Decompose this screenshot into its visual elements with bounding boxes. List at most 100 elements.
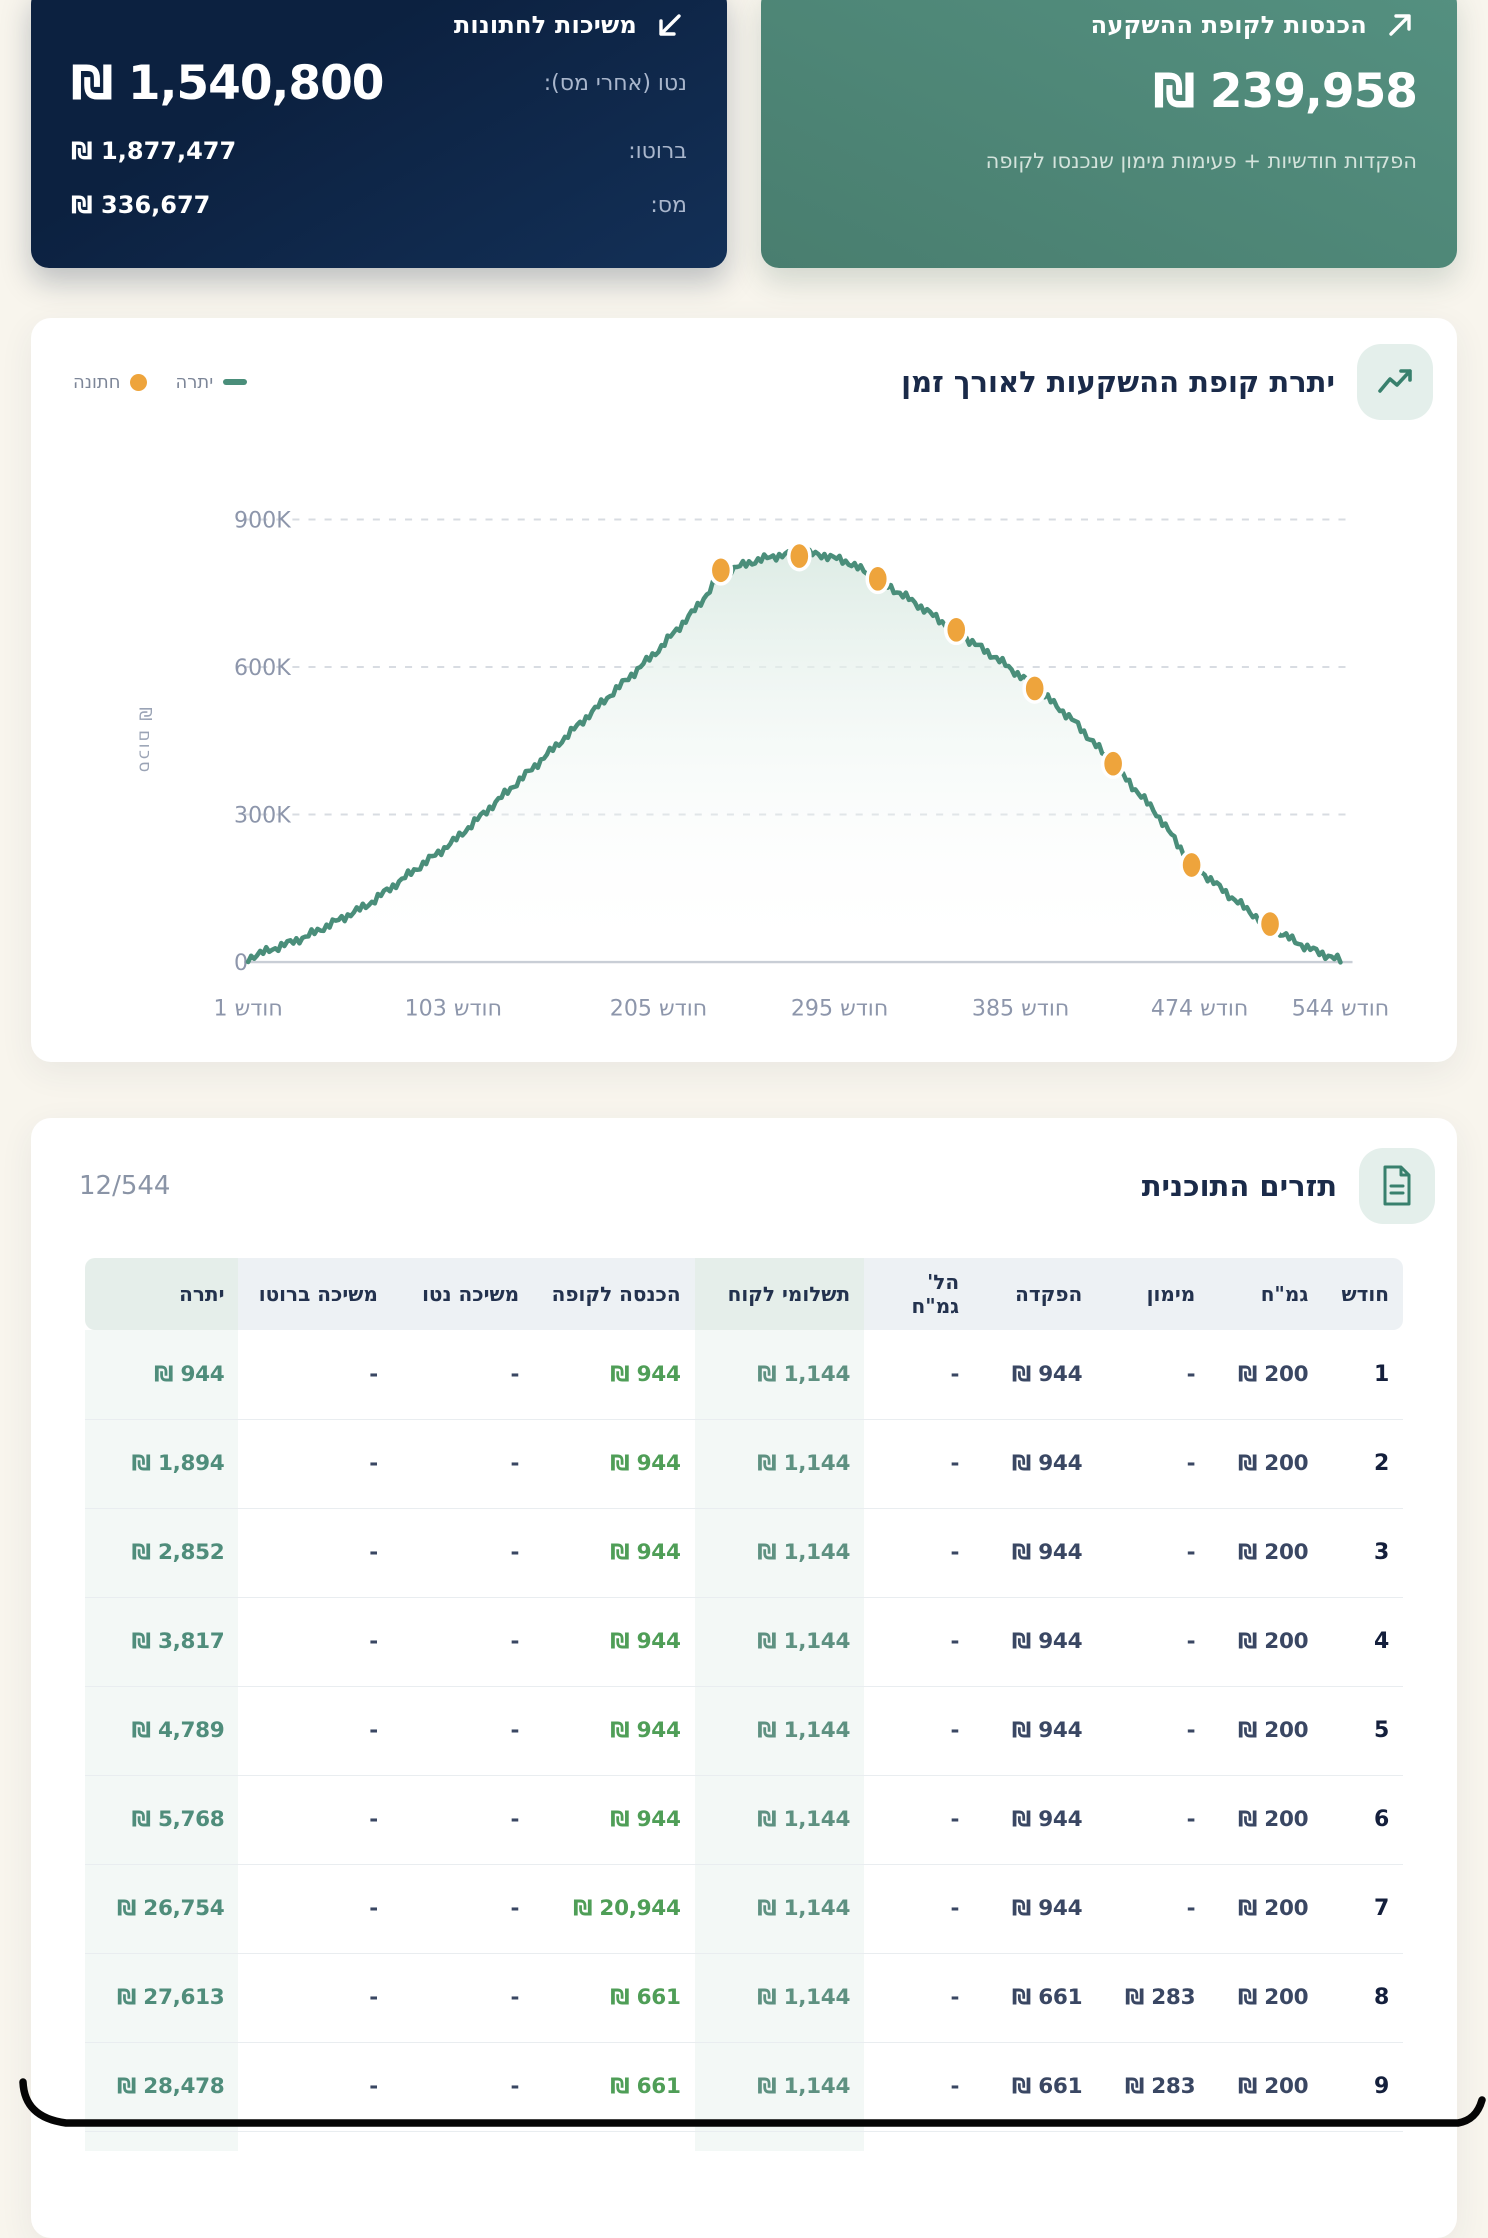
tax-label: מס:: [650, 193, 687, 218]
cell-meshicha-neto: -: [392, 1953, 533, 2042]
dashboard-page: הכנסות לקופת ההשקעה ₪ 239,958 הפקדות חוד…: [0, 0, 1488, 2238]
cell-meshicha-neto: -: [392, 1330, 533, 1419]
wedding-marker[interactable]: [710, 557, 731, 584]
col-header-hafkada: הפקדה: [973, 1258, 1096, 1330]
cell-meshicha-bruto: -: [238, 1953, 391, 2042]
x-tick-4: חודש 385: [972, 995, 1069, 1021]
cell-hafkada: ₪ 944: [973, 1686, 1096, 1775]
cell-month: 2: [1322, 1419, 1403, 1508]
legend-item-balance: יתרה: [175, 372, 247, 393]
cashflow-table-card: תזרים התוכנית 12/544 חודשגמ"חמימוןהפקדהה…: [31, 1118, 1457, 2238]
col-header-hachnasa-lakupa: הכנסה לקופה: [533, 1258, 694, 1330]
cell-tashlumei-lakoach: ₪ 1,144: [695, 1686, 865, 1775]
cell-hal-gmach: -: [864, 1508, 973, 1597]
cell-hachnasa-lakupa: ₪ 944: [533, 1508, 694, 1597]
cell-hal-gmach: -: [864, 1686, 973, 1775]
gross-label: ברוטו:: [628, 139, 687, 164]
table-row-month-4: 4₪ 200-₪ 944-₪ 1,144₪ 944--₪ 3,817: [85, 1597, 1403, 1686]
cell-mimun: ₪ 283: [1096, 1953, 1209, 2042]
wedding-dot-swatch: [130, 374, 147, 391]
cell-meshicha-bruto: -: [238, 1330, 391, 1419]
cell-mimun: -: [1096, 1864, 1209, 1953]
income-card-title: הכנסות לקופת ההשקעה: [1091, 11, 1367, 39]
table-row-month-1: 1₪ 200-₪ 944-₪ 1,144₪ 944--₪ 944: [85, 1330, 1403, 1419]
wedding-marker[interactable]: [867, 565, 888, 592]
wedding-marker[interactable]: [1103, 750, 1124, 777]
col-header-mimun: מימון: [1096, 1258, 1209, 1330]
cell-meshicha-bruto: [238, 2131, 391, 2151]
wedding-marker[interactable]: [1024, 675, 1045, 702]
cell-hal-gmach: -: [864, 1775, 973, 1864]
tax-row: מס: ₪ 336,677: [71, 191, 687, 219]
cell-gmach: ₪ 200: [1209, 1775, 1322, 1864]
legend-wedding-label: חתונה: [73, 372, 120, 393]
cell-meshicha-bruto: -: [238, 1508, 391, 1597]
cell-meshicha-neto: [392, 2131, 533, 2151]
cell-meshicha-bruto: -: [238, 2042, 391, 2131]
chart-title: יתרת קופת ההשקעות לאורך זמן: [901, 365, 1335, 399]
cashflow-table: חודשגמ"חמימוןהפקדההל' גמ"חתשלומי לקוחהכנ…: [85, 1258, 1403, 2151]
y-tick-900K: 900K: [234, 508, 291, 534]
wedding-marker[interactable]: [789, 543, 810, 570]
cell-mimun: -: [1096, 1508, 1209, 1597]
trending-up-icon: [1357, 344, 1433, 420]
income-total-value: ₪ 239,958: [1153, 64, 1417, 119]
cell-gmach: ₪ 200: [1209, 1597, 1322, 1686]
cell-hal-gmach: -: [864, 2042, 973, 2131]
cell-hafkada: ₪ 944: [973, 1508, 1096, 1597]
table-row-month-3: 3₪ 200-₪ 944-₪ 1,144₪ 944--₪ 2,852: [85, 1508, 1403, 1597]
x-tick-6: חודש 544: [1292, 995, 1389, 1021]
cell-yitra: ₪ 5,768: [85, 1775, 238, 1864]
income-subtitle: הפקדות חודשיות + פעימות מימון שנכנסו לקו…: [801, 149, 1417, 173]
cell-month: 7: [1322, 1864, 1403, 1953]
y-tick-300K: 300K: [234, 803, 291, 829]
cell-meshicha-neto: -: [392, 1597, 533, 1686]
cell-tashlumei-lakoach: ₪ 1,144: [695, 1419, 865, 1508]
chart-card-header: יתרת קופת ההשקעות לאורך זמן יתרה חתונה: [55, 344, 1433, 420]
table-row-month-2: 2₪ 200-₪ 944-₪ 1,144₪ 944--₪ 1,894: [85, 1419, 1403, 1508]
cell-month: 3: [1322, 1508, 1403, 1597]
cell-hachnasa-lakupa: ₪ 20,944: [533, 1864, 694, 1953]
cell-hachnasa-lakupa: [533, 2131, 694, 2151]
cell-hachnasa-lakupa: ₪ 944: [533, 1775, 694, 1864]
cell-meshicha-bruto: -: [238, 1419, 391, 1508]
cell-tashlumei-lakoach: ₪ 1,144: [695, 1775, 865, 1864]
cell-mimun: ₪ 283: [1096, 2042, 1209, 2131]
net-after-tax-row: נטו (אחרי מס): ₪ 1,540,800: [71, 56, 687, 111]
cell-gmach: ₪ 200: [1209, 1508, 1322, 1597]
cell-gmach: [1209, 2131, 1322, 2151]
wedding-marker[interactable]: [1181, 851, 1202, 878]
wedding-marker[interactable]: [1259, 910, 1280, 937]
cell-meshicha-neto: -: [392, 1686, 533, 1775]
cell-meshicha-neto: -: [392, 1419, 533, 1508]
cell-yitra: ₪ 27,613: [85, 1953, 238, 2042]
cell-gmach: ₪ 200: [1209, 1419, 1322, 1508]
cell-mimun: -: [1096, 1775, 1209, 1864]
cell-tashlumei-lakoach: [695, 2131, 865, 2151]
balance-over-time-chart[interactable]: 900K600K300K0חודש 1חודש 103חודש 205חודש …: [55, 434, 1433, 1038]
cell-gmach: ₪ 200: [1209, 1686, 1322, 1775]
chart-legend: יתרה חתונה: [55, 372, 247, 393]
cell-gmach: ₪ 200: [1209, 1953, 1322, 2042]
cell-tashlumei-lakoach: ₪ 1,144: [695, 1864, 865, 1953]
cell-mimun: -: [1096, 1419, 1209, 1508]
cell-month: 6: [1322, 1775, 1403, 1864]
col-header-gmach: גמ"ח: [1209, 1258, 1322, 1330]
cell-meshicha-neto: -: [392, 1508, 533, 1597]
income-card: הכנסות לקופת ההשקעה ₪ 239,958 הפקדות חוד…: [761, 0, 1457, 268]
table-row-month-6: 6₪ 200-₪ 944-₪ 1,144₪ 944--₪ 5,768: [85, 1775, 1403, 1864]
balance-chart-card: יתרת קופת ההשקעות לאורך זמן יתרה חתונה 9…: [31, 318, 1457, 1062]
wedding-marker[interactable]: [946, 616, 967, 643]
cell-tashlumei-lakoach: ₪ 1,144: [695, 1953, 865, 2042]
cell-hafkada: ₪ 944: [973, 1597, 1096, 1686]
table-header-row: חודשגמ"חמימוןהפקדההל' גמ"חתשלומי לקוחהכנ…: [85, 1258, 1403, 1330]
cell-month: 5: [1322, 1686, 1403, 1775]
income-card-header: הכנסות לקופת ההשקעה: [801, 8, 1417, 42]
x-tick-0: חודש 1: [213, 995, 282, 1021]
cell-yitra: ₪ 2,852: [85, 1508, 238, 1597]
cell-hal-gmach: -: [864, 1864, 973, 1953]
cell-yitra: ₪ 1,894: [85, 1419, 238, 1508]
cell-month: 9: [1322, 2042, 1403, 2131]
arrow-up-right-icon: [1383, 8, 1417, 42]
cell-month: 4: [1322, 1597, 1403, 1686]
